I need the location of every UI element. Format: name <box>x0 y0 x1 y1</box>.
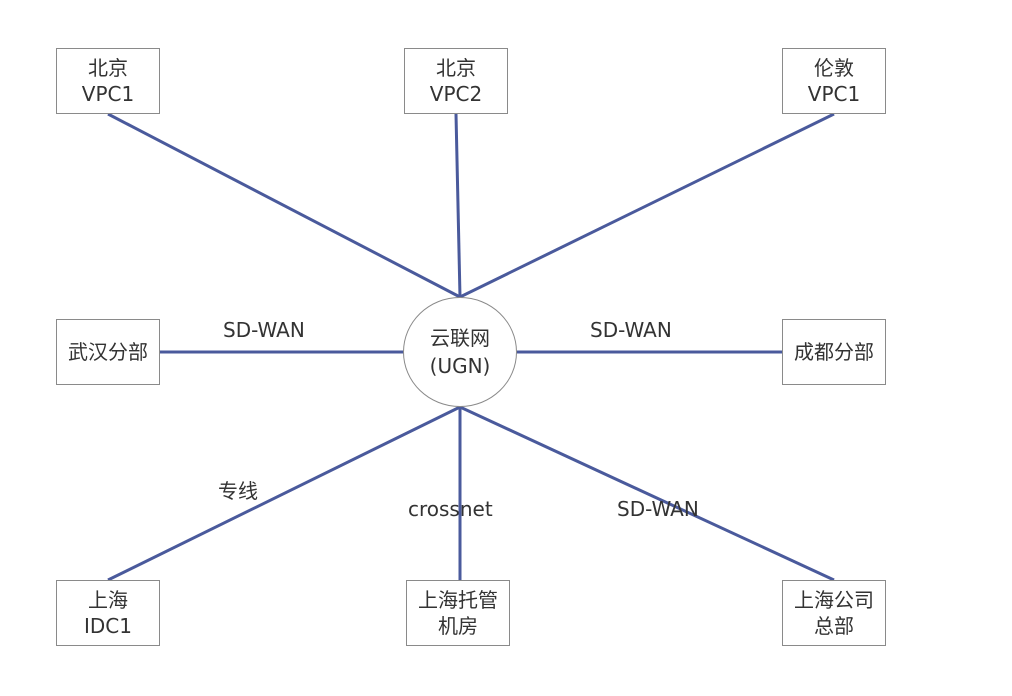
node-label: 武汉分部 <box>68 340 148 364</box>
edge-label-hq: SD-WAN <box>617 497 699 521</box>
node-label-line2: VPC1 <box>81 82 135 106</box>
node-label-line1: 北京 <box>436 56 476 80</box>
node-label-line1: 上海托管 <box>418 588 498 612</box>
node-beijing-vpc1[interactable]: 北京 VPC1 <box>56 48 160 114</box>
node-label-line1: 北京 <box>88 56 128 80</box>
node-shanghai-idc1[interactable]: 上海 IDC1 <box>56 580 160 646</box>
link-beijing-vpc1 <box>107 112 461 299</box>
node-london-vpc1[interactable]: 伦敦 VPC1 <box>782 48 886 114</box>
node-label-line1: 上海公司 <box>794 588 874 612</box>
link-london-vpc1 <box>459 112 835 299</box>
node-label-line2: IDC1 <box>84 614 132 638</box>
node-label-line2: 机房 <box>438 614 478 638</box>
link-beijing-vpc2 <box>454 113 462 298</box>
link-shanghai-hq <box>459 405 835 582</box>
node-chengdu-branch[interactable]: 成都分部 <box>782 319 886 385</box>
hub-label-line1: 云联网 <box>430 326 490 350</box>
edge-label-hosting: crossnet <box>408 497 493 521</box>
node-wuhan-branch[interactable]: 武汉分部 <box>56 319 160 385</box>
node-label-line2: 总部 <box>814 614 854 638</box>
node-shanghai-hosting[interactable]: 上海托管 机房 <box>406 580 510 646</box>
node-shanghai-hq[interactable]: 上海公司 总部 <box>782 580 886 646</box>
hub-ugn[interactable]: 云联网 (UGN) <box>403 297 517 407</box>
node-beijing-vpc2[interactable]: 北京 VPC2 <box>404 48 508 114</box>
edge-label-idc: 专线 <box>218 479 258 503</box>
edge-label-chengdu: SD-WAN <box>590 318 672 342</box>
node-label-line1: 上海 <box>88 588 128 612</box>
edge-label-wuhan: SD-WAN <box>223 318 305 342</box>
node-label-line2: VPC1 <box>807 82 861 106</box>
link-shanghai-idc1 <box>107 405 461 582</box>
hub-label-line2: (UGN) <box>429 354 491 378</box>
node-label-line2: VPC2 <box>429 82 483 106</box>
node-label-line1: 伦敦 <box>814 56 854 80</box>
node-label: 成都分部 <box>794 340 874 364</box>
